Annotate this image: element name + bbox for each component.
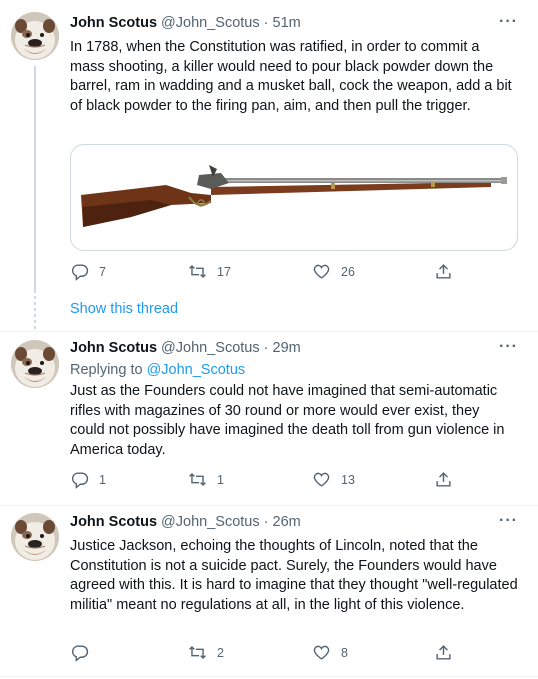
more-icon[interactable]: ··· <box>499 512 518 530</box>
like-icon <box>313 264 330 279</box>
show-thread-link[interactable]: Show this thread <box>70 301 178 317</box>
like-icon <box>313 472 330 487</box>
timestamp[interactable]: 29m <box>273 340 301 356</box>
avatar[interactable] <box>11 12 59 60</box>
tweet-text: Justice Jackson, echoing the thoughts of… <box>70 538 518 613</box>
reply-button[interactable]: 7 <box>70 262 106 281</box>
timestamp[interactable]: 51m <box>273 15 301 31</box>
reply-button[interactable] <box>70 643 99 662</box>
reply-icon <box>71 645 89 662</box>
tweet-header: John Scotus @John_Scotus · 29m ··· <box>70 338 518 360</box>
like-button[interactable]: 26 <box>312 262 355 281</box>
thread-line <box>34 66 36 293</box>
author-handle[interactable]: @John_Scotus <box>161 15 260 31</box>
share-button[interactable] <box>434 262 453 281</box>
like-count: 26 <box>341 264 355 279</box>
tweet-text: In 1788, when the Constitution was ratif… <box>70 39 512 114</box>
author-name[interactable]: John Scotus <box>70 340 157 356</box>
replying-to-handle[interactable]: @John_Scotus <box>147 362 246 378</box>
retweet-count: 1 <box>217 472 224 487</box>
tweet-actions: 7 17 26 <box>70 262 453 284</box>
reply-icon <box>71 472 89 489</box>
share-icon <box>436 264 451 279</box>
retweet-count: 17 <box>217 264 231 279</box>
retweet-icon <box>189 645 206 660</box>
timestamp[interactable]: 26m <box>273 514 301 530</box>
like-button[interactable]: 8 <box>312 643 348 662</box>
author-handle[interactable]: @John_Scotus <box>161 514 260 530</box>
divider <box>0 676 538 677</box>
reply-count: 7 <box>99 264 106 279</box>
replying-to: Replying to @John_Scotus <box>70 362 245 378</box>
author-name[interactable]: John Scotus <box>70 15 157 31</box>
retweet-button[interactable]: 2 <box>188 643 224 662</box>
tweet-header: John Scotus @John_Scotus · 51m ··· <box>70 13 518 35</box>
more-icon[interactable]: ··· <box>499 338 518 356</box>
reply-icon <box>71 264 89 281</box>
tweet-actions: 1 1 13 <box>70 470 453 492</box>
like-count: 13 <box>341 472 355 487</box>
retweet-button[interactable]: 1 <box>188 470 224 489</box>
share-icon <box>436 645 451 660</box>
avatar[interactable] <box>11 340 59 388</box>
musket-image[interactable] <box>70 144 518 251</box>
share-icon <box>436 472 451 487</box>
tweet-text: Just as the Founders could not have imag… <box>70 383 505 458</box>
share-button[interactable] <box>434 643 453 662</box>
tweet-3[interactable]: John Scotus @John_Scotus · 26m ··· Justi… <box>0 506 538 679</box>
tweet-1[interactable]: John Scotus @John_Scotus · 51m ··· In 17… <box>0 0 538 332</box>
more-icon[interactable]: ··· <box>499 13 518 31</box>
author-name[interactable]: John Scotus <box>70 514 157 530</box>
tweet-actions: 2 8 <box>70 643 453 665</box>
retweet-icon <box>189 472 206 487</box>
tweet-header: John Scotus @John_Scotus · 26m ··· <box>70 512 518 534</box>
like-button[interactable]: 13 <box>312 470 355 489</box>
author-handle[interactable]: @John_Scotus <box>161 340 260 356</box>
like-count: 8 <box>341 645 348 660</box>
avatar[interactable] <box>11 513 59 561</box>
reply-button[interactable]: 1 <box>70 470 106 489</box>
separator: · <box>263 514 269 530</box>
reply-count: 1 <box>99 472 106 487</box>
retweet-button[interactable]: 17 <box>188 262 231 281</box>
replying-to-label: Replying to <box>70 362 143 378</box>
tweet-2[interactable]: John Scotus @John_Scotus · 29m ··· Reply… <box>0 332 538 507</box>
separator: · <box>263 340 269 356</box>
thread-dots <box>34 296 36 332</box>
retweet-count: 2 <box>217 645 224 660</box>
like-icon <box>313 645 330 660</box>
separator: · <box>263 15 269 31</box>
retweet-icon <box>189 264 206 279</box>
share-button[interactable] <box>434 470 453 489</box>
